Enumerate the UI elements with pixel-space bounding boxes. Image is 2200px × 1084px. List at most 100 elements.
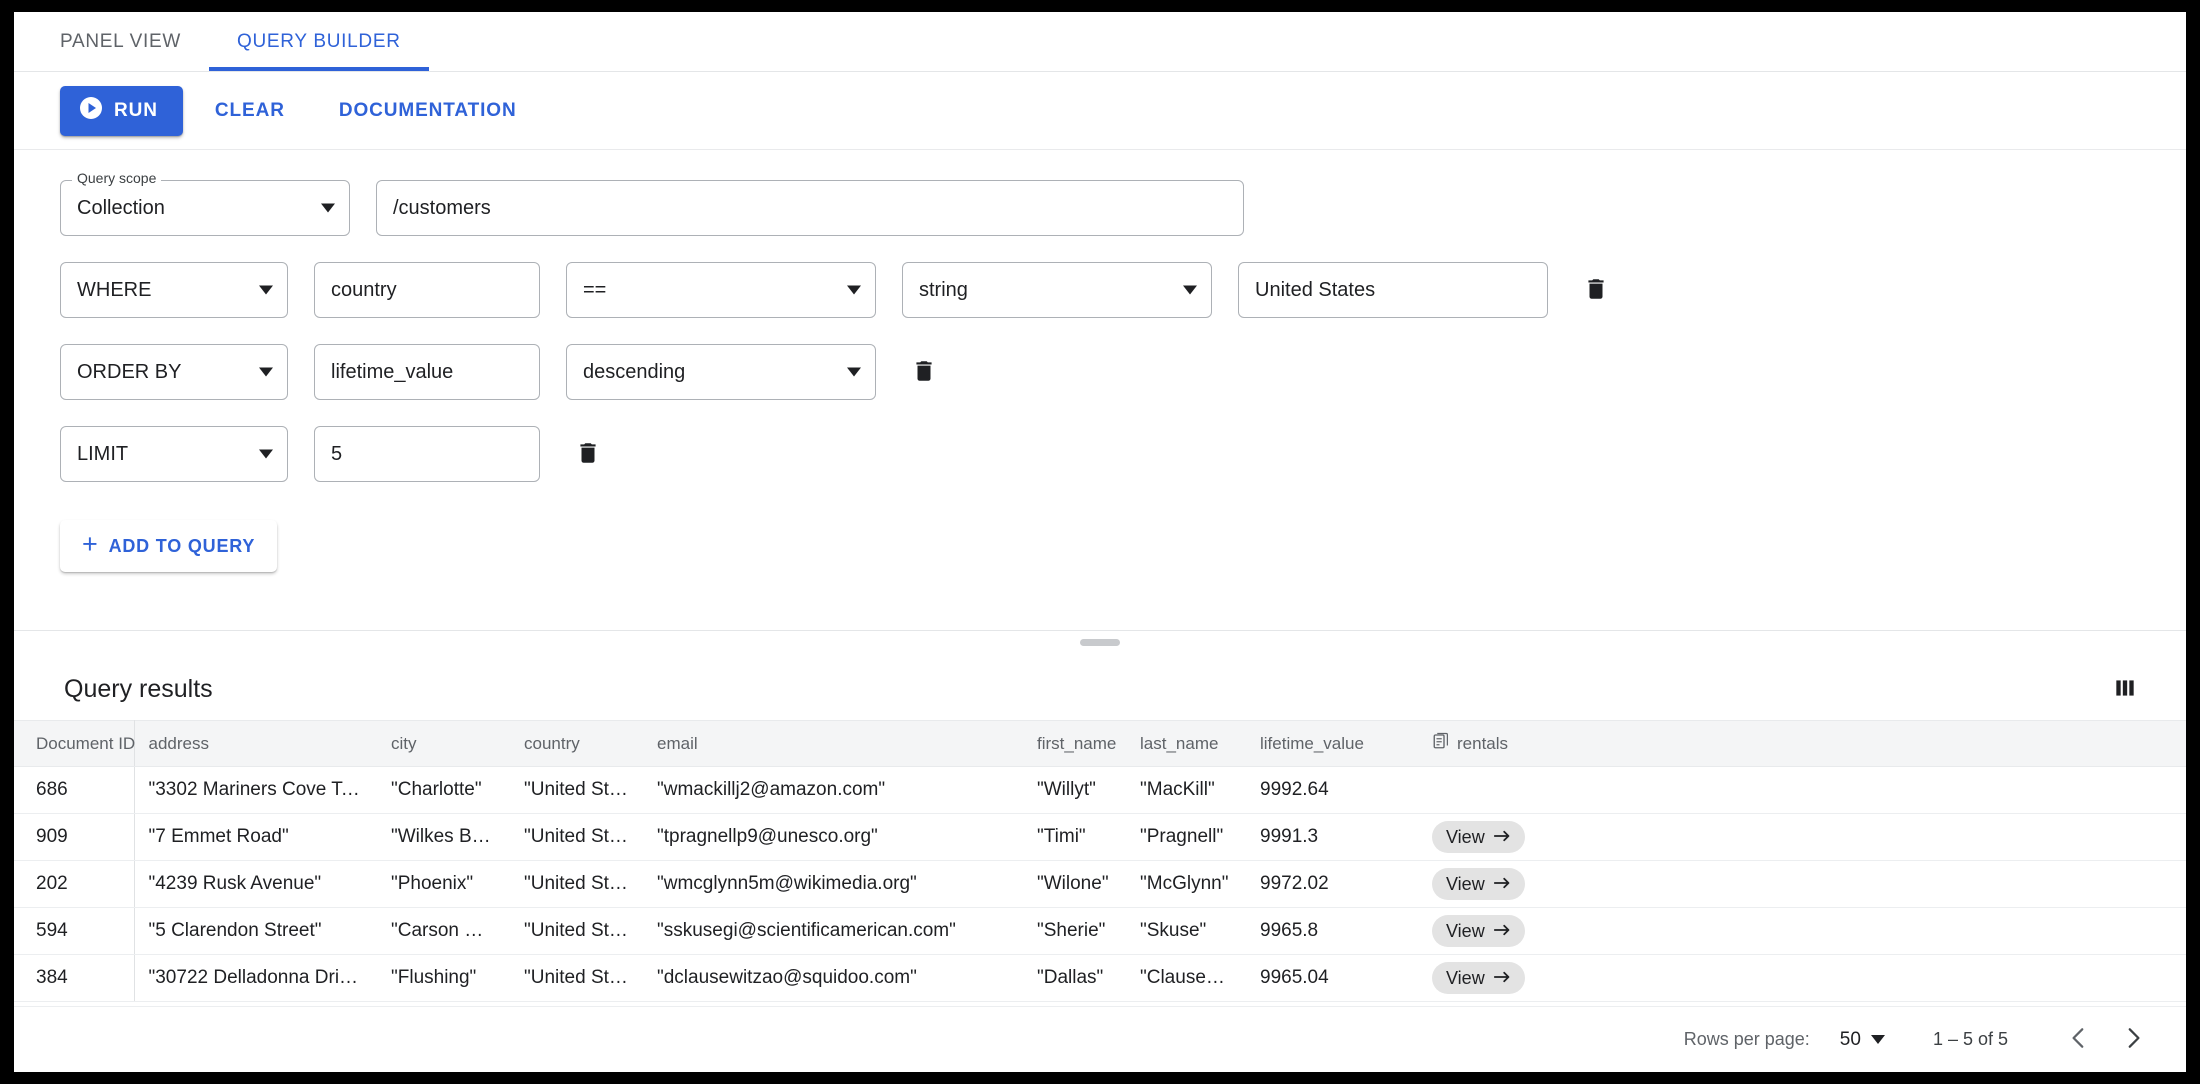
paginator: Rows per page: 50 1 – 5 of 5: [14, 1006, 2186, 1072]
view-rentals-label: View: [1446, 874, 1485, 895]
where-clause-type-value: WHERE: [77, 279, 151, 302]
clause-row-order-by: ORDER BY lifetime_value descending: [60, 344, 2186, 400]
arrow-right-icon: [1494, 827, 1511, 848]
add-to-query-label: ADD TO QUERY: [109, 536, 256, 557]
cell-document-id: 686: [14, 767, 134, 814]
cell-address: "4239 Rusk Avenue": [134, 861, 377, 908]
table-row[interactable]: 594 "5 Clarendon Street" "Carson City" "…: [14, 908, 2186, 955]
cell-last-name: "Pragnell": [1126, 814, 1246, 861]
delete-where-clause-button[interactable]: [1574, 268, 1618, 312]
where-clause-type-select[interactable]: WHERE: [60, 262, 288, 318]
cell-lifetime-value: 9972.02: [1246, 861, 1418, 908]
add-to-query-button[interactable]: + ADD TO QUERY: [60, 520, 277, 572]
view-rentals-label: View: [1446, 921, 1485, 942]
collection-path-input[interactable]: /customers: [376, 180, 1244, 236]
columns-icon: [2112, 675, 2138, 704]
where-value-type-select[interactable]: string: [902, 262, 1212, 318]
tab-panel-view[interactable]: PANEL VIEW: [32, 12, 209, 71]
view-rentals-button[interactable]: View: [1432, 821, 1525, 853]
columns-settings-button[interactable]: [2106, 669, 2144, 710]
table-row[interactable]: 384 "30722 Delladonna Drive" "Flushing" …: [14, 955, 2186, 1002]
cell-address: "5 Clarendon Street": [134, 908, 377, 955]
cell-city: "Carson City": [377, 908, 510, 955]
column-header-city[interactable]: city: [377, 721, 510, 767]
cell-city: "Wilkes Barre": [377, 814, 510, 861]
chevron-down-icon: [259, 368, 273, 377]
delete-orderby-clause-button[interactable]: [902, 350, 946, 394]
panel-resize-handle[interactable]: [14, 630, 2186, 658]
cell-email: "sskusegi@scientificamerican.com": [643, 908, 1023, 955]
orderby-direction-select[interactable]: descending: [566, 344, 876, 400]
arrow-right-icon: [1494, 874, 1511, 895]
query-scope-row: Query scope Collection /customers: [60, 180, 2186, 236]
table-row[interactable]: 202 "4239 Rusk Avenue" "Phoenix" "United…: [14, 861, 2186, 908]
limit-value-input[interactable]: 5: [314, 426, 540, 482]
cell-address: "30722 Delladonna Drive": [134, 955, 377, 1002]
query-builder-app: PANEL VIEW QUERY BUILDER RUN CLEAR DOCUM…: [14, 12, 2186, 1072]
where-field-input[interactable]: country: [314, 262, 540, 318]
cell-first-name: "Dallas": [1023, 955, 1126, 1002]
cell-lifetime-value: 9991.3: [1246, 814, 1418, 861]
limit-clause-type-select[interactable]: LIMIT: [60, 426, 288, 482]
trash-icon: [575, 440, 601, 469]
table-row[interactable]: 909 "7 Emmet Road" "Wilkes Barre" "Unite…: [14, 814, 2186, 861]
chevron-down-icon: [321, 204, 335, 213]
delete-limit-clause-button[interactable]: [566, 432, 610, 476]
column-header-address[interactable]: address: [134, 721, 377, 767]
clause-row-where: WHERE country == string United States: [60, 262, 2186, 318]
run-button[interactable]: RUN: [60, 86, 183, 136]
orderby-direction-value: descending: [583, 361, 685, 384]
cell-lifetime-value: 9965.8: [1246, 908, 1418, 955]
orderby-field-input[interactable]: lifetime_value: [314, 344, 540, 400]
view-rentals-button[interactable]: View: [1432, 962, 1525, 994]
cell-country: "United States": [510, 861, 643, 908]
run-button-label: RUN: [114, 100, 158, 122]
query-results-table: Document ID address city country email f…: [14, 720, 2186, 1002]
table-header: Document ID address city country email f…: [14, 721, 2186, 767]
column-header-document-id[interactable]: Document ID: [14, 721, 134, 767]
column-header-first-name[interactable]: first_name: [1023, 721, 1126, 767]
view-rentals-button[interactable]: View: [1432, 868, 1525, 900]
column-header-rentals-label: rentals: [1457, 734, 1508, 754]
table-header-row: Document ID address city country email f…: [14, 721, 2186, 767]
plus-icon: +: [82, 531, 99, 558]
rows-per-page-select[interactable]: 50: [1836, 1023, 1889, 1057]
next-page-button[interactable]: [2106, 1013, 2160, 1067]
collection-path-value: /customers: [393, 197, 491, 220]
cell-lifetime-value: 9992.64: [1246, 767, 1418, 814]
column-header-rentals[interactable]: rentals: [1418, 721, 2186, 767]
clear-button[interactable]: CLEAR: [193, 86, 307, 136]
column-header-lifetime-value[interactable]: lifetime_value: [1246, 721, 1418, 767]
orderby-clause-type-select[interactable]: ORDER BY: [60, 344, 288, 400]
where-operator-select[interactable]: ==: [566, 262, 876, 318]
previous-page-button[interactable]: [2052, 1013, 2106, 1067]
where-value-input[interactable]: United States: [1238, 262, 1548, 318]
cell-document-id: 594: [14, 908, 134, 955]
table-row[interactable]: 686 "3302 Mariners Cove Terrace" "Charlo…: [14, 767, 2186, 814]
chevron-down-icon: [847, 368, 861, 377]
documentation-button[interactable]: DOCUMENTATION: [317, 86, 539, 136]
clause-row-limit: LIMIT 5: [60, 426, 2186, 482]
tab-query-builder[interactable]: QUERY BUILDER: [209, 12, 429, 71]
column-header-email[interactable]: email: [643, 721, 1023, 767]
chevron-down-icon: [259, 450, 273, 459]
cell-city: "Flushing": [377, 955, 510, 1002]
cell-rentals: [1418, 767, 2186, 814]
query-form: Query scope Collection /customers WHERE …: [14, 150, 2186, 572]
cell-address: "3302 Mariners Cove Terrace": [134, 767, 377, 814]
cell-email: "wmcglynn5m@wikimedia.org": [643, 861, 1023, 908]
query-scope-select[interactable]: Query scope Collection: [60, 180, 350, 236]
chevron-down-icon: [1871, 1035, 1885, 1044]
cell-first-name: "Willyt": [1023, 767, 1126, 814]
action-bar: RUN CLEAR DOCUMENTATION: [14, 72, 2186, 150]
orderby-field-value: lifetime_value: [331, 361, 453, 384]
cell-city: "Phoenix": [377, 861, 510, 908]
limit-clause-type-value: LIMIT: [77, 443, 128, 466]
column-header-last-name[interactable]: last_name: [1126, 721, 1246, 767]
rows-per-page-value: 50: [1840, 1029, 1861, 1051]
view-rentals-button[interactable]: View: [1432, 915, 1525, 947]
cell-first-name: "Timi": [1023, 814, 1126, 861]
table-body: 686 "3302 Mariners Cove Terrace" "Charlo…: [14, 767, 2186, 1002]
where-field-value: country: [331, 279, 397, 302]
column-header-country[interactable]: country: [510, 721, 643, 767]
